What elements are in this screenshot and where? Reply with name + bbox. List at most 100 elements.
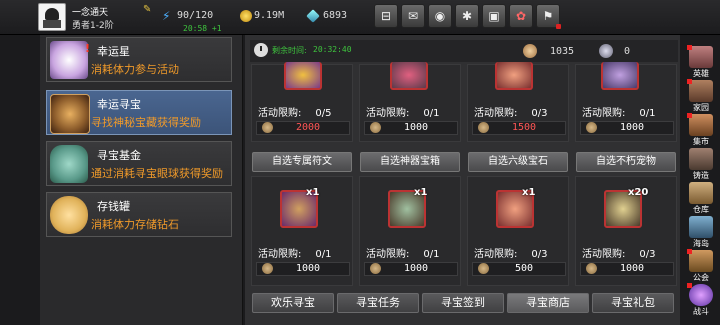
eye-orb-icon bbox=[599, 44, 613, 58]
anvil-icon bbox=[689, 148, 713, 170]
player-avatar[interactable] bbox=[38, 3, 66, 31]
tab-treasure-gift[interactable]: 寻宝礼包 bbox=[592, 293, 674, 313]
rail-market-button[interactable]: 集市 bbox=[686, 113, 716, 148]
menu-item-title: 存钱罐 bbox=[97, 200, 130, 213]
rail-forge-button[interactable]: 铸造 bbox=[686, 148, 716, 182]
price-value: 1000 bbox=[403, 122, 429, 133]
coin-icon bbox=[370, 122, 381, 133]
tab-treasure-tasks[interactable]: 寻宝任务 bbox=[337, 293, 419, 313]
edit-icon[interactable]: ✎ bbox=[143, 4, 151, 15]
coin-icon bbox=[478, 122, 489, 133]
rail-island-button[interactable]: 海岛 bbox=[686, 216, 716, 250]
category-pet-button[interactable]: 自选不朽宠物 bbox=[576, 152, 676, 172]
treasure-box-icon bbox=[495, 62, 533, 90]
magic-lamp-icon bbox=[284, 62, 322, 90]
rail-hero-button[interactable]: 英雄 bbox=[686, 45, 716, 80]
rail-warehouse-button[interactable]: 仓库 bbox=[686, 182, 716, 216]
gear-icon: ✱ bbox=[461, 9, 473, 23]
treasure-book-icon bbox=[50, 94, 90, 134]
price-value: 2000 bbox=[295, 122, 321, 133]
menu-item-lucky-treasure[interactable]: 幸运寻宝 寻找神秘宝藏获得奖励 bbox=[46, 90, 232, 135]
menu-item-title: 幸运星 bbox=[97, 45, 130, 58]
price-value: 1500 bbox=[511, 122, 537, 133]
price-value: 500 bbox=[514, 263, 534, 274]
menu-item-desc: 通过消耗寻宝眼球获得奖励 bbox=[91, 167, 223, 180]
price-value: 1000 bbox=[295, 263, 321, 274]
stamina-timer: 20:58 +1 bbox=[183, 24, 222, 33]
limit-label: 活动限购: 0/3 bbox=[474, 108, 548, 119]
flag-icon: ⚑ bbox=[542, 9, 554, 23]
rail-guild-button[interactable]: 公会 bbox=[686, 249, 716, 284]
cart-icon: ⊟ bbox=[380, 9, 392, 23]
coin-icon bbox=[586, 122, 597, 133]
menu-item-desc: 消耗体力存储钻石 bbox=[91, 218, 179, 231]
home-icon bbox=[689, 80, 713, 102]
category-artifact-button[interactable]: 自选神器宝箱 bbox=[360, 152, 460, 172]
item-quantity: x20 bbox=[628, 187, 649, 198]
menu-item-desc: 寻找神秘宝藏获得奖励 bbox=[91, 116, 201, 129]
player-title: 勇者1-2阶 bbox=[72, 21, 114, 31]
menu-item-piggy-bank[interactable]: 存钱罐 消耗体力存储钻石 bbox=[46, 192, 232, 237]
item-quantity: x1 bbox=[414, 187, 428, 198]
coin-icon bbox=[370, 263, 381, 274]
coin-icon bbox=[262, 122, 273, 133]
treasure-coin-value: 1035 bbox=[550, 46, 575, 57]
limit-label: 活动限购: 0/1 bbox=[366, 108, 440, 119]
tab-treasure-shop[interactable]: 寻宝商店 bbox=[507, 293, 589, 313]
menu-item-title: 寻宝基金 bbox=[97, 149, 141, 162]
gold-icon bbox=[240, 10, 252, 22]
market-icon bbox=[689, 114, 713, 136]
price-value: 1000 bbox=[619, 263, 645, 274]
menu-item-treasure-fund[interactable]: 寻宝基金 通过消耗寻宝眼球获得奖励 bbox=[46, 141, 232, 186]
island-icon bbox=[689, 216, 713, 238]
wheel-icon: ✿ bbox=[515, 9, 527, 23]
stamina-value: 90/120 bbox=[177, 10, 214, 21]
remaining-label: 剩余时间: bbox=[272, 46, 307, 55]
settings-button[interactable]: ✱ bbox=[455, 4, 479, 28]
price-value: 1000 bbox=[619, 122, 645, 133]
guild-icon bbox=[689, 250, 713, 272]
tab-treasure-signin[interactable]: 寻宝签到 bbox=[422, 293, 504, 313]
coin-icon bbox=[478, 263, 489, 274]
limit-label: 活动限购: 0/1 bbox=[366, 249, 440, 260]
mail-button[interactable]: ✉ bbox=[401, 4, 425, 28]
clock-icon bbox=[254, 43, 268, 57]
axe-icon bbox=[601, 62, 639, 90]
alert-icon: ! bbox=[85, 42, 91, 55]
limit-label: 活动限购: 0/3 bbox=[582, 249, 656, 260]
flag-button[interactable]: ⚑ bbox=[536, 4, 561, 29]
tab-happy-treasure[interactable]: 欢乐寻宝 bbox=[252, 293, 334, 313]
piggy-bank-icon bbox=[50, 196, 88, 234]
lightning-icon: ⚡ bbox=[162, 9, 171, 23]
gift-button[interactable]: ▣ bbox=[482, 4, 506, 28]
rail-home-button[interactable]: 家园 bbox=[686, 79, 716, 114]
menu-item-title: 幸运寻宝 bbox=[97, 98, 141, 111]
hero-icon bbox=[689, 46, 713, 68]
player-name: 一念通天 bbox=[72, 8, 109, 18]
coin-icon bbox=[586, 263, 597, 274]
item-quantity: x1 bbox=[306, 187, 320, 198]
star-icon bbox=[50, 41, 88, 79]
menu-item-desc: 消耗体力参与活动 bbox=[91, 63, 179, 76]
gold-value: 9.19M bbox=[254, 10, 285, 21]
wheel-button[interactable]: ✿ bbox=[509, 4, 533, 28]
limit-label: 活动限购: 0/1 bbox=[582, 108, 656, 119]
weapon-icon bbox=[390, 62, 428, 90]
money-bag-icon bbox=[50, 145, 88, 183]
gem-value: 6893 bbox=[323, 10, 348, 21]
rail-battle-button[interactable]: 战斗 bbox=[686, 283, 716, 318]
shop-cart-button[interactable]: ⊟ bbox=[374, 4, 398, 28]
crate-icon bbox=[689, 182, 713, 204]
limit-label: 活动限购: 0/1 bbox=[258, 249, 332, 260]
remaining-time: 20:32:40 bbox=[313, 45, 352, 54]
coin-icon bbox=[262, 263, 273, 274]
gift-icon: ▣ bbox=[488, 9, 500, 23]
mail-icon: ✉ bbox=[407, 9, 419, 23]
menu-item-lucky-star[interactable]: ! 幸运星 消耗体力参与活动 bbox=[46, 37, 232, 82]
category-gem-button[interactable]: 自选六级宝石 bbox=[468, 152, 568, 172]
gamepad-button[interactable]: ◉ bbox=[428, 4, 452, 28]
item-quantity: x1 bbox=[522, 187, 536, 198]
category-rune-button[interactable]: 自选专属符文 bbox=[252, 152, 352, 172]
limit-label: 活动限购: 0/5 bbox=[258, 108, 332, 119]
price-value: 1000 bbox=[403, 263, 429, 274]
